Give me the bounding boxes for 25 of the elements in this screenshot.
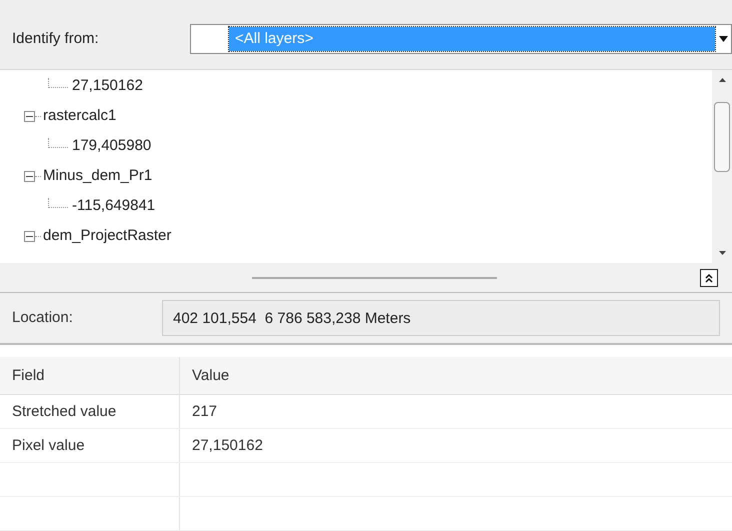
tree-item[interactable]: 179,405980: [72, 135, 152, 158]
table-cell-text: 27,150162: [191, 436, 264, 456]
tree-item[interactable]: -115,649841: [72, 195, 156, 218]
location-label: Location:: [12, 308, 74, 328]
scroll-up-icon[interactable]: [718, 78, 726, 82]
splitter-handle[interactable]: [252, 276, 497, 279]
location-field: 402 101,554 6 786 583,238 Meters: [162, 300, 720, 336]
scroll-thumb[interactable]: [714, 102, 730, 172]
column-header[interactable]: Value: [180, 357, 732, 394]
table-cell-text: 217: [191, 402, 218, 422]
scroll-down-icon[interactable]: [718, 251, 726, 256]
collapse-icon[interactable]: [24, 111, 35, 122]
tree-item[interactable]: dem_ProjectRaster: [43, 225, 172, 248]
dropdown-value: <All layers>: [229, 27, 715, 52]
collapse-icon[interactable]: [24, 171, 35, 182]
tree-item[interactable]: Minus_dem_Pr1: [43, 165, 152, 188]
table-cell: Stretched value: [0, 395, 180, 428]
tree-item[interactable]: 27,150162: [72, 75, 143, 98]
scrollbar[interactable]: [712, 70, 732, 264]
tree-item[interactable]: rastercalc1: [43, 105, 116, 128]
collapse-panel-icon[interactable]: [700, 269, 718, 288]
table-cell: Pixel value: [0, 429, 180, 462]
identify-label: Identify from:: [12, 29, 100, 50]
collapse-icon[interactable]: [24, 231, 35, 242]
column-header[interactable]: Field: [0, 357, 180, 394]
